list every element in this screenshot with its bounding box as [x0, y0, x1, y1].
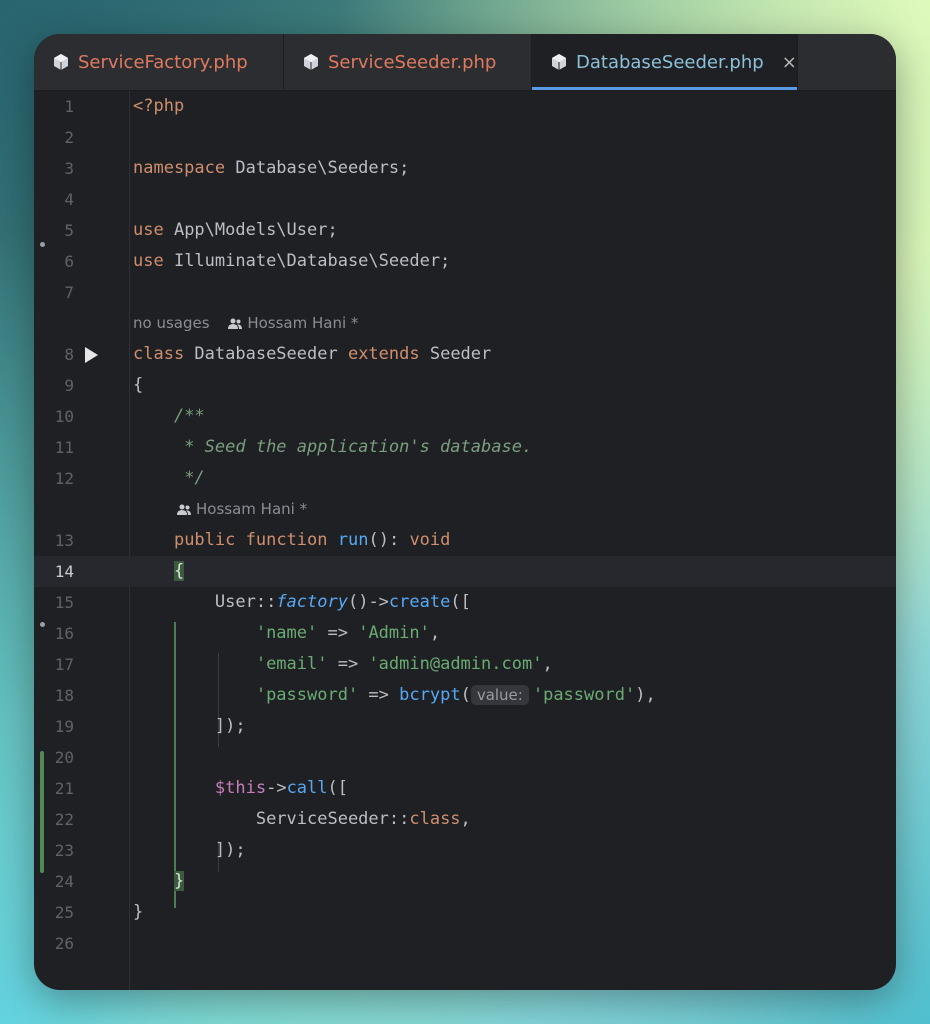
author-hint[interactable]: Hossam Hani *: [177, 494, 307, 525]
code-line: 21 $this->call([: [54, 778, 348, 798]
people-icon: [228, 318, 243, 329]
people-icon: [177, 504, 191, 515]
code-line: 1 <?php: [64, 96, 185, 116]
code-vision-usages[interactable]: no usages Hossam Hani *: [133, 308, 358, 339]
close-icon[interactable]: ×: [782, 52, 797, 73]
tab-label: ServiceFactory.php: [78, 51, 248, 73]
php-cube-icon: [304, 54, 318, 70]
code-line: 23 ]);: [54, 840, 246, 860]
editor-window: ServiceFactory.php ServiceSeeder.php Dat…: [34, 34, 896, 990]
tab-label: DatabaseSeeder.php: [576, 51, 764, 73]
code-line: 6 use Illuminate\Database\Seeder;: [64, 251, 451, 271]
code-line: 22 ServiceSeeder::class,: [54, 809, 471, 829]
code-line-current: 14 {: [34, 556, 896, 587]
code-line: 10 /**: [54, 406, 205, 426]
author-hint[interactable]: Hossam Hani *: [228, 314, 358, 332]
code-line: 25}: [54, 902, 144, 922]
code-line: 8 class DatabaseSeeder extends Seeder: [64, 344, 492, 364]
code-line: 19 ]);: [54, 716, 246, 736]
code-editor[interactable]: 1 <?php 2 3 namespace Database\Seeders; 4 …: [34, 91, 896, 990]
code-line: 9{: [64, 375, 144, 395]
code-line: 15 User::factory()->create([: [54, 592, 471, 612]
code-line: 26: [54, 934, 74, 953]
code-line: 16 'name' => 'Admin',: [54, 623, 441, 643]
tab-bar: ServiceFactory.php ServiceSeeder.php Dat…: [34, 34, 896, 91]
code-line: 2: [64, 128, 74, 147]
parameter-hint: value:: [470, 685, 529, 705]
code-line: 20: [54, 748, 74, 767]
run-gutter-icon[interactable]: [85, 347, 98, 363]
php-cube-icon: [552, 54, 566, 70]
code-line: 13 public function run(): void: [54, 530, 451, 550]
matched-brace: }: [173, 871, 185, 891]
code-line: 24 }: [54, 871, 185, 891]
tab-databaseseeder[interactable]: DatabaseSeeder.php ×: [532, 34, 798, 90]
tab-serviceseeder[interactable]: ServiceSeeder.php: [284, 34, 532, 90]
active-tab-indicator: [532, 87, 797, 90]
tab-servicefactory[interactable]: ServiceFactory.php: [34, 34, 284, 90]
code-line: 11 * Seed the application's database.: [54, 437, 533, 457]
code-line: 12 */: [54, 468, 205, 488]
code-line: 7: [64, 283, 74, 302]
matched-brace: {: [173, 561, 185, 581]
code-line: 5 use App\Models\User;: [64, 220, 338, 240]
code-line: 18 'password' => bcrypt(value:'password'…: [54, 685, 656, 705]
tab-label: ServiceSeeder.php: [328, 51, 497, 73]
code-line: 17 'email' => 'admin@admin.com',: [54, 654, 553, 674]
code-line: 3 namespace Database\Seeders;: [64, 158, 410, 178]
code-line: 4: [64, 190, 74, 209]
php-cube-icon: [54, 54, 68, 70]
